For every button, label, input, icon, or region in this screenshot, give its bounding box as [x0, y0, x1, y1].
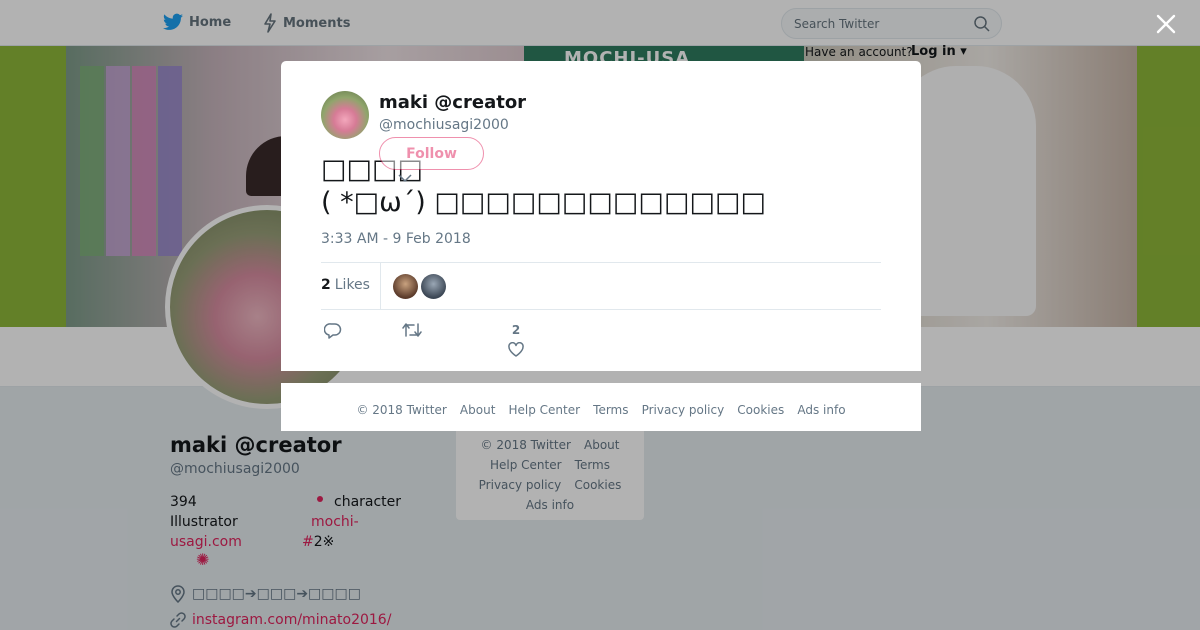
tweet-author-handle[interactable]: @mochiusagi2000: [379, 117, 509, 133]
stats-divider: [380, 263, 381, 309]
close-icon[interactable]: [1155, 13, 1177, 35]
heart-icon: [508, 341, 524, 357]
liker-avatar[interactable]: [393, 274, 418, 299]
likes-label: Likes: [334, 277, 370, 293]
liker-avatar[interactable]: [421, 274, 446, 299]
tweet-author-name[interactable]: maki @creator: [379, 92, 526, 113]
tweet-text-line2: ( *□ω´) □□□□□□□□□□□□□: [321, 187, 766, 218]
footer-about-link[interactable]: About: [460, 403, 495, 417]
tweet-actions: 2: [321, 319, 881, 359]
likes-stat[interactable]: 2 Likes: [321, 277, 370, 293]
follow-button[interactable]: Follow: [379, 137, 484, 170]
footer-cookies-link[interactable]: Cookies: [737, 403, 784, 417]
tweet-modal: maki @creator @mochiusagi2000 □□□□ ( *□ω…: [281, 61, 921, 371]
footer-help-link[interactable]: Help Center: [509, 403, 581, 417]
retweet-button[interactable]: [402, 322, 422, 342]
retweet-icon: [402, 323, 422, 337]
like-button[interactable]: 2: [507, 323, 525, 361]
reply-icon: [323, 323, 342, 339]
footer-terms-link[interactable]: Terms: [593, 403, 628, 417]
chevron-down-icon[interactable]: [398, 173, 412, 183]
footer-privacy-link[interactable]: Privacy policy: [642, 403, 725, 417]
reply-button[interactable]: [323, 322, 342, 344]
likes-count: 2: [321, 277, 331, 293]
like-action-count: 2: [511, 323, 521, 337]
footer-ads-link[interactable]: Ads info: [797, 403, 845, 417]
tweet-stats: 2 Likes: [321, 262, 881, 310]
tweet-author-avatar[interactable]: [321, 91, 369, 139]
modal-footer: © 2018 Twitter About Help Center Terms P…: [281, 383, 921, 431]
footer-copyright: © 2018 Twitter: [356, 403, 447, 417]
tweet-timestamp[interactable]: 3:33 AM - 9 Feb 2018: [321, 231, 471, 247]
